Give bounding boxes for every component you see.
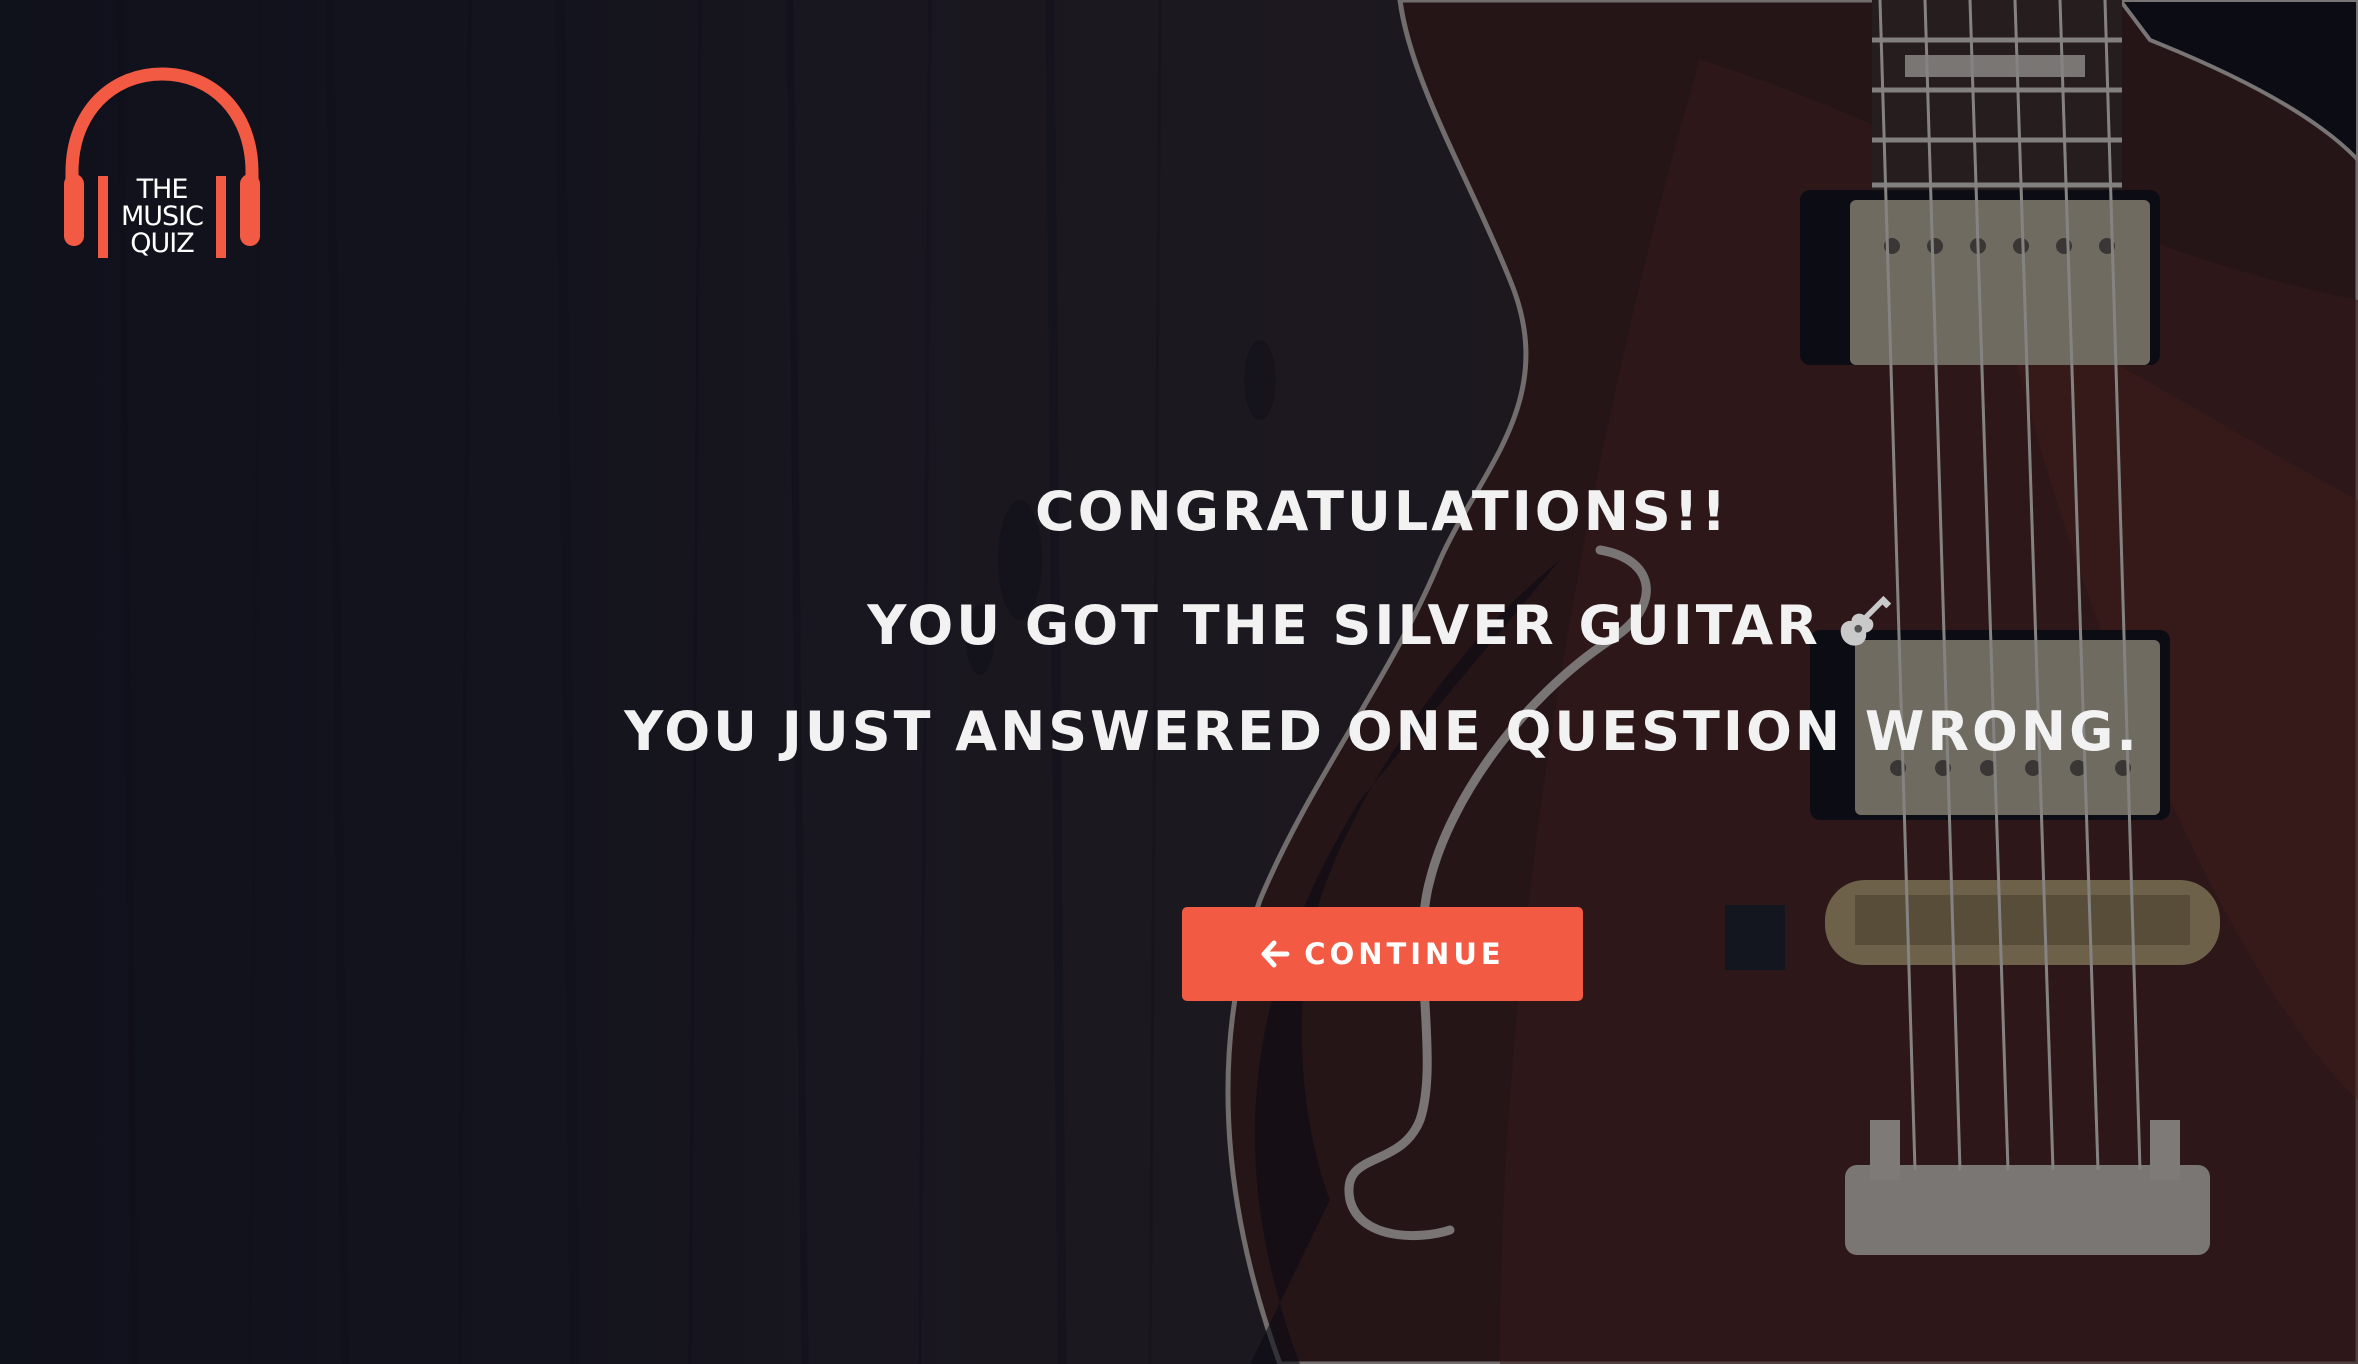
congratulations-heading: CONGRATULATIONS!!: [1034, 480, 1730, 543]
logo-line: QUIZ: [130, 228, 194, 259]
logo-line: THE: [136, 174, 189, 205]
award-text: YOU GOT THE SILVER GUITAR: [867, 594, 1821, 657]
dark-overlay: [0, 0, 2358, 1364]
music-quiz-logo[interactable]: THE MUSIC QUIZ: [60, 62, 264, 270]
logo-line: MUSIC: [120, 201, 204, 232]
award-message: YOU GOT THE SILVER GUITAR: [600, 590, 2164, 658]
continue-button[interactable]: CONTINUE: [1182, 907, 1583, 1001]
logo-text: THE MUSIC QUIZ: [60, 176, 264, 257]
guitar-icon: [1840, 595, 1891, 646]
quiz-result-page: THE MUSIC QUIZ CONGRATULATIONS!! YOU GOT…: [0, 0, 2358, 1364]
continue-label: CONTINUE: [1304, 937, 1505, 971]
arrow-left-icon: [1261, 940, 1290, 968]
answer-summary: YOU JUST ANSWERED ONE QUESTION WRONG.: [624, 700, 2140, 763]
